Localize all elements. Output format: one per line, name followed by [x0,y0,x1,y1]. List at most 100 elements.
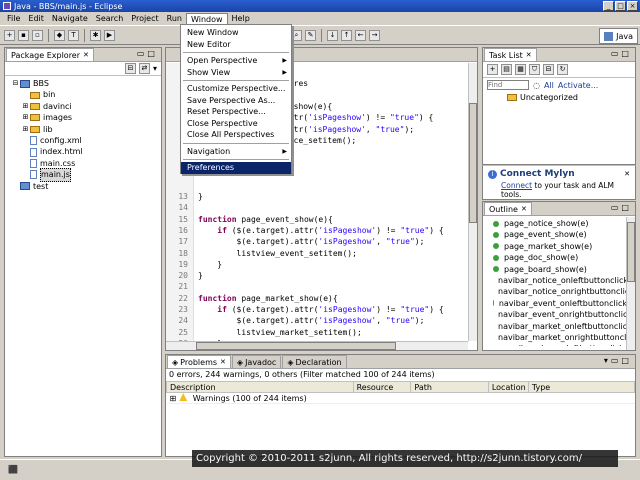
view-controls[interactable]: ▭□ [611,49,632,58]
tree-item[interactable]: config.xml [11,135,161,146]
editor-hscroll[interactable] [166,341,468,350]
menu-window[interactable]: Window [185,12,228,25]
open-type-icon[interactable]: T [68,29,79,41]
perspective-java[interactable]: Java [599,28,638,44]
scheduled-icon[interactable]: ▦ [515,64,526,75]
tab-javadoc[interactable]: ◈ Javadoc [231,355,282,368]
close-icon[interactable]: ✕ [526,49,532,62]
new-task-icon[interactable]: + [487,64,498,75]
all-link[interactable]: All [544,81,554,90]
tree-item[interactable]: index.html [11,146,161,157]
expand-icon[interactable]: ⊟ [11,78,20,89]
menu-run[interactable]: Run [163,13,186,25]
close-icon[interactable]: ✕ [83,49,89,62]
outline-item[interactable]: page_event_show(e) [483,229,627,240]
menu-item[interactable]: Close All Perspectives [181,129,291,141]
pen-icon[interactable]: ✎ [305,29,316,41]
menu-file[interactable]: File [3,13,24,25]
run-icon[interactable]: ▶ [104,29,115,41]
next-annotation-icon[interactable]: ↓ [327,29,338,41]
view-controls[interactable]: ▭□ [137,49,158,58]
tree-item[interactable]: main.css [11,158,161,169]
expand-icon[interactable]: ⊞ [21,112,30,123]
tab-declaration[interactable]: ◈ Declaration [282,355,347,368]
outline-item[interactable]: navibar_doc_onleftbuttonclick [483,343,627,346]
outline-item[interactable]: navibar_notice_onrightbuttonclick [483,286,627,297]
tree-item[interactable]: main.js [11,168,161,182]
menu-item[interactable]: Show View ▶ [181,67,291,79]
menu-item[interactable]: Customize Perspective... [181,83,291,95]
outline-vscroll[interactable] [626,217,635,350]
editor-vscroll[interactable] [468,63,477,341]
tab-task-list[interactable]: Task List ✕ [484,48,537,61]
view-controls[interactable]: ▾▭□ [604,356,632,365]
tree-item[interactable]: test [11,181,161,192]
menu-item[interactable]: Save Perspective As... [181,95,291,107]
mylyn-icon[interactable]: ◆ [54,29,65,41]
outline-item[interactable]: navibar_event_onleftbuttonclick [483,298,627,309]
search-icon[interactable]: ⌕ [291,29,302,41]
menu-navigate[interactable]: Navigate [48,13,92,25]
view-menu-icon[interactable]: ▾ [153,64,157,73]
column-header[interactable]: Resource [352,381,412,393]
tree-item[interactable]: ⊞ davinci [11,101,161,112]
debug-icon[interactable]: ✱ [90,29,101,41]
new-icon[interactable]: + [4,29,15,41]
print-icon[interactable]: ▫ [32,29,43,41]
outline-item[interactable]: navibar_market_onrightbuttonclick [483,332,627,343]
view-controls[interactable]: ▭□ [611,203,632,212]
column-header[interactable]: Description [166,381,354,393]
menu-search[interactable]: Search [92,13,127,25]
table-row[interactable]: ⊞ Warnings (100 of 244 items) [166,392,635,404]
menu-item[interactable]: Preferences [181,162,291,174]
close-icon[interactable]: ✕ [624,170,630,178]
outline-item[interactable]: navibar_notice_onleftbuttonclick [483,275,627,286]
tab-outline[interactable]: Outline ✕ [484,202,532,215]
menu-edit[interactable]: Edit [24,13,48,25]
close-icon[interactable]: ✕ [521,203,527,216]
menu-item[interactable]: Close Perspective [181,118,291,130]
outline-item[interactable]: page_market_show(e) [483,241,627,252]
connect-link[interactable]: Connect [501,181,532,190]
close-button[interactable]: × [627,1,638,11]
outline-item[interactable]: navibar_event_onrightbuttonclick [483,309,627,320]
column-header[interactable]: Location [487,381,529,393]
column-header[interactable]: Type [527,381,636,393]
outline-item[interactable]: page_board_show(e) [483,264,627,275]
outline-item[interactable]: navibar_market_onleftbuttonclick [483,321,627,332]
menu-item[interactable]: Reset Perspective... [181,106,291,118]
maximize-button[interactable]: □ [615,1,626,11]
activate-link[interactable]: Activate... [558,81,598,90]
column-header[interactable]: Path [410,381,489,393]
menu-item[interactable]: Open Perspective ▶ [181,55,291,67]
expand-icon[interactable]: ⊞ [21,101,30,112]
sync-icon[interactable]: ↻ [557,64,568,75]
clear-icon[interactable]: ◌ [533,81,540,90]
menu-project[interactable]: Project [127,13,162,25]
tree-item[interactable]: ⊞ lib [11,124,161,135]
collapse-all-icon[interactable]: ⊟ [124,63,136,74]
minimize-button[interactable]: _ [603,1,614,11]
back-icon[interactable]: ← [355,29,366,41]
expand-icon[interactable]: ⊞ [170,394,177,403]
tab-package-explorer[interactable]: Package Explorer ✕ [6,48,94,61]
tree-item[interactable]: ⊞ images [11,112,161,123]
save-icon[interactable]: ▪ [18,29,29,41]
outline-item[interactable]: page_notice_show(e) [483,218,627,229]
tree-item[interactable]: bin [11,89,161,100]
outline-item[interactable]: page_doc_show(e) [483,252,627,263]
close-icon[interactable]: ✕ [220,356,226,369]
categorized-icon[interactable]: ▤ [501,64,512,75]
tab-problems[interactable]: ◈ Problems ✕ [167,355,231,368]
filter-icon[interactable]: ⛉ [529,64,540,75]
link-editor-icon[interactable]: ⇄ [138,63,150,74]
forward-icon[interactable]: → [369,29,380,41]
expand-icon[interactable]: ⊞ [21,124,30,135]
menu-help[interactable]: Help [228,13,254,25]
task-category[interactable]: Uncategorized [483,92,635,103]
menu-item[interactable]: New Editor [181,39,291,51]
menu-item[interactable]: Navigation ▶ [181,146,291,158]
menu-item[interactable]: New Window [181,27,291,39]
collapse-icon[interactable]: ⊟ [543,64,554,75]
tree-item[interactable]: ⊟ BBS [11,78,161,89]
